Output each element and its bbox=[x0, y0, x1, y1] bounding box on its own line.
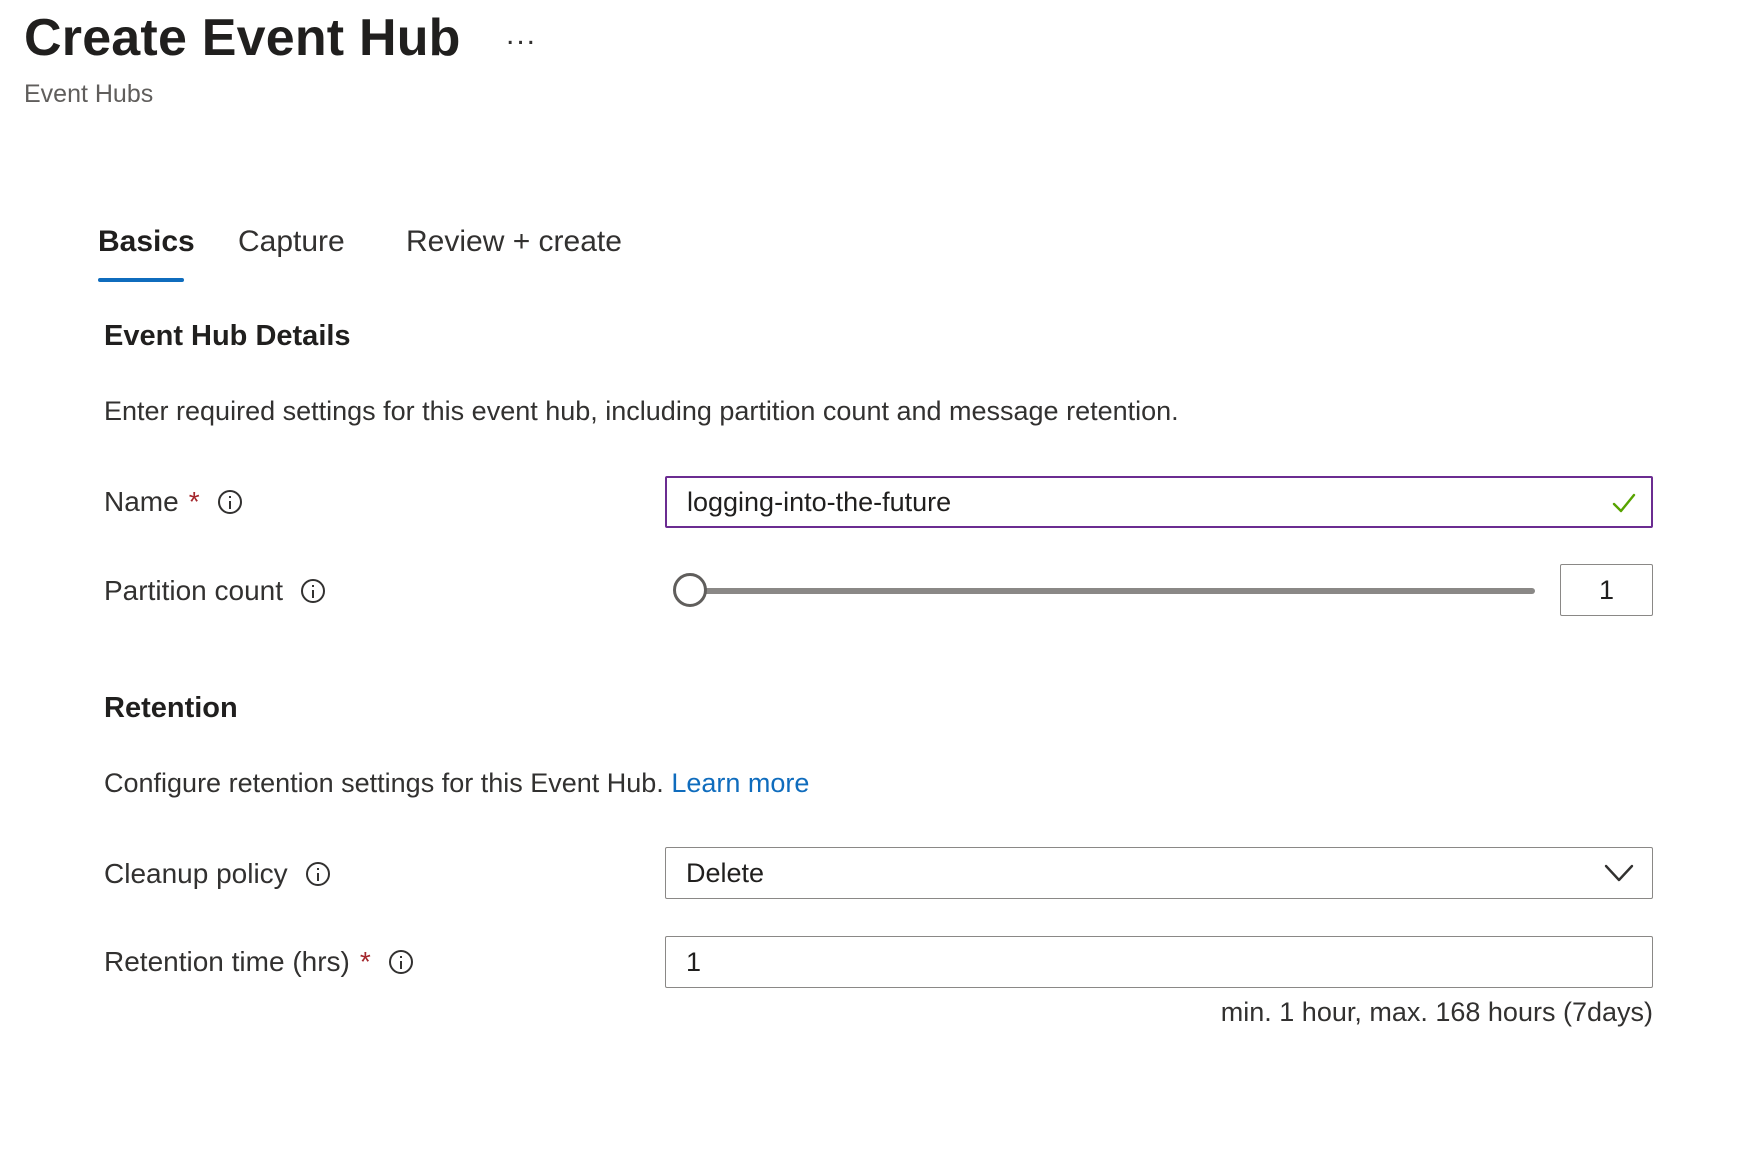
retention-time-value: 1 bbox=[686, 946, 702, 977]
info-icon[interactable] bbox=[301, 579, 325, 603]
cleanup-policy-label: Cleanup policy bbox=[104, 858, 330, 890]
section-description-details: Enter required settings for this event h… bbox=[104, 396, 1179, 426]
learn-more-link[interactable]: Learn more bbox=[671, 768, 809, 798]
cleanup-policy-value: Delete bbox=[686, 857, 765, 888]
cleanup-policy-label-text: Cleanup policy bbox=[104, 858, 288, 889]
name-label: Name * bbox=[104, 486, 242, 518]
name-label-text: Name bbox=[104, 486, 179, 517]
info-icon[interactable] bbox=[305, 862, 330, 886]
section-title-retention: Retention bbox=[104, 692, 238, 724]
name-input[interactable]: logging-into-the-future bbox=[665, 476, 1653, 528]
info-icon[interactable] bbox=[388, 950, 413, 974]
tab-capture[interactable]: Capture bbox=[238, 225, 345, 259]
partition-count-slider-track[interactable] bbox=[690, 588, 1535, 594]
active-tab-indicator bbox=[98, 278, 184, 282]
page-title: Create Event Hub bbox=[24, 9, 461, 67]
cleanup-policy-dropdown[interactable]: Delete bbox=[665, 847, 1653, 899]
partition-count-label-text: Partition count bbox=[104, 575, 283, 606]
info-icon[interactable] bbox=[217, 490, 242, 514]
retention-time-input[interactable]: 1 bbox=[665, 936, 1653, 988]
retention-time-label: Retention time (hrs) * bbox=[104, 946, 413, 978]
partition-count-label: Partition count bbox=[104, 575, 325, 607]
retention-description-text: Configure retention settings for this Ev… bbox=[104, 768, 664, 798]
check-icon bbox=[1612, 493, 1636, 513]
section-title-details: Event Hub Details bbox=[104, 320, 351, 352]
required-marker: * bbox=[188, 486, 200, 517]
tab-review-create[interactable]: Review + create bbox=[406, 225, 622, 259]
more-options-icon[interactable]: ... bbox=[506, 18, 537, 52]
retention-time-label-text: Retention time (hrs) bbox=[104, 946, 350, 977]
name-input-value: logging-into-the-future bbox=[687, 486, 952, 517]
partition-count-input[interactable]: 1 bbox=[1560, 564, 1653, 616]
page-subtitle: Event Hubs bbox=[24, 80, 154, 108]
tab-basics[interactable]: Basics bbox=[98, 225, 195, 259]
retention-time-hint: min. 1 hour, max. 168 hours (7days) bbox=[1220, 997, 1653, 1027]
section-description-retention: Configure retention settings for this Ev… bbox=[104, 768, 809, 799]
chevron-down-icon bbox=[1604, 864, 1634, 882]
partition-count-slider-thumb[interactable] bbox=[673, 573, 707, 607]
required-marker: * bbox=[359, 946, 371, 977]
